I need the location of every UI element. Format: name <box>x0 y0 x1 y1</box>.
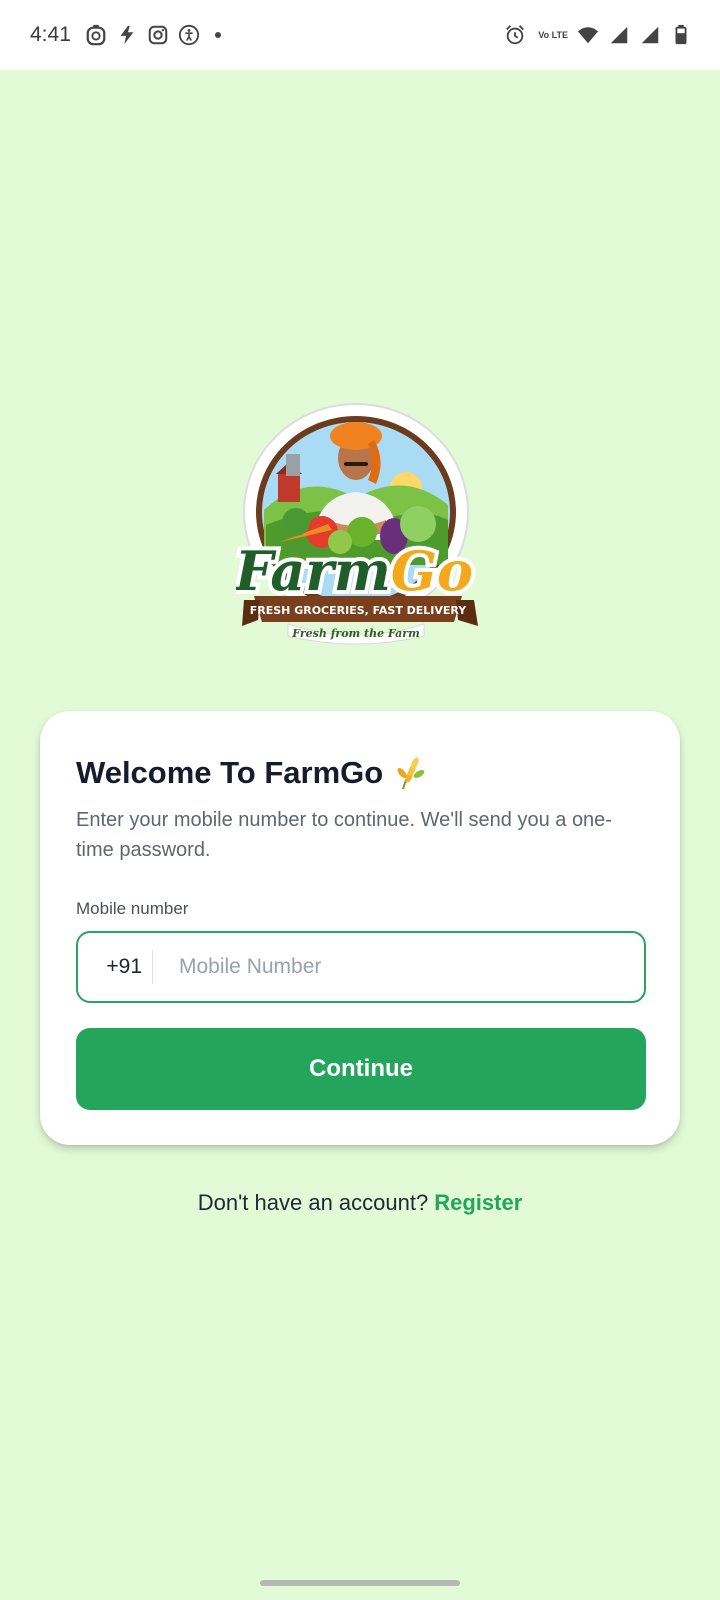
country-code-divider <box>152 950 153 984</box>
welcome-subtitle: Enter your mobile number to continue. We… <box>76 809 612 861</box>
network-type: Vo LTE <box>538 29 568 40</box>
mobile-number-label: Mobile number <box>76 899 189 918</box>
wifi-icon <box>577 24 599 46</box>
home-indicator[interactable] <box>260 1580 460 1586</box>
battery-icon <box>670 24 692 46</box>
mobile-number-field[interactable]: +91 <box>76 931 646 1003</box>
bolt-icon <box>116 24 138 46</box>
logo-banner-text: FRESH GROCERIES, FAST DELIVERY <box>250 604 468 617</box>
register-prompt: Don't have an account? Register <box>0 1190 720 1216</box>
continue-button[interactable]: Continue <box>76 1028 646 1110</box>
mobile-number-input[interactable] <box>179 955 619 979</box>
login-card: Welcome To FarmGo Enter your mobile numb… <box>40 711 680 1145</box>
status-bar: 4:41 Vo LTE <box>0 0 720 70</box>
register-prompt-text: Don't have an account? <box>197 1190 429 1215</box>
logo-tagline: Fresh from the Farm <box>291 627 419 640</box>
instagram-icon <box>147 24 169 46</box>
country-code: +91 <box>106 955 142 978</box>
alarm-icon <box>504 24 526 46</box>
welcome-title: Welcome To FarmGo <box>76 755 427 791</box>
register-link[interactable]: Register <box>434 1190 522 1215</box>
status-bar-left: 4:41 <box>30 23 221 47</box>
notification-dot <box>214 32 221 38</box>
status-time: 4:41 <box>30 23 71 46</box>
timer-icon <box>85 24 107 46</box>
signal-icon <box>608 24 630 46</box>
accessibility-icon <box>178 24 200 46</box>
logo-brand: FarmGo <box>236 539 473 603</box>
farmgo-logo: FarmGo FarmGo FRESH GROCERIES, FAST DELI… <box>236 400 484 652</box>
welcome-title-text: Welcome To FarmGo <box>76 755 384 790</box>
status-bar-right: Vo LTE <box>495 24 692 46</box>
wheat-icon <box>393 755 427 791</box>
signal-icon-2 <box>639 24 661 46</box>
